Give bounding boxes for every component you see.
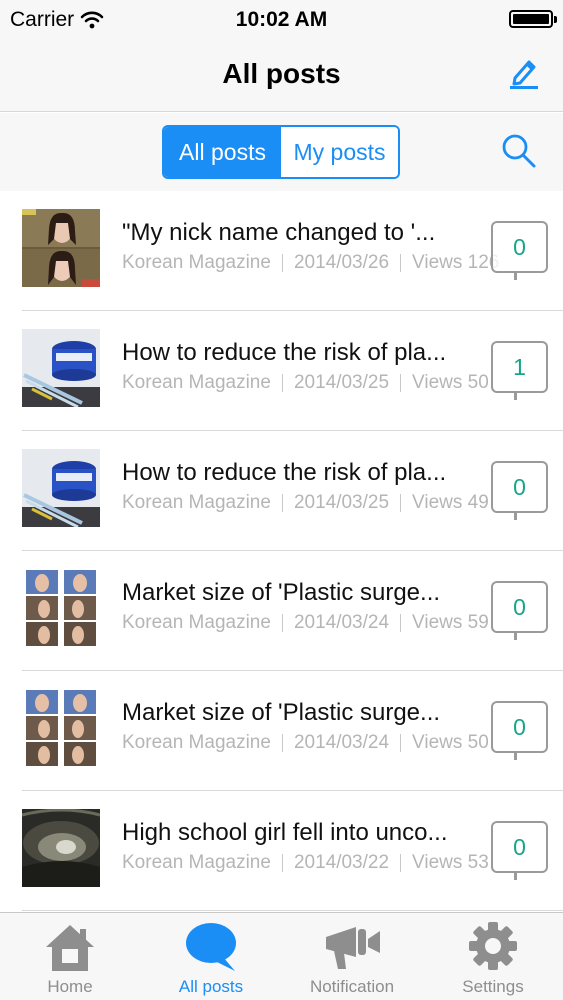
battery-icon (509, 10, 557, 28)
post-views: Views 50 (412, 372, 489, 393)
post-meta: Korean Magazine 2014/03/26 Views 126 (122, 252, 499, 274)
chat-bubble-icon (186, 923, 236, 971)
post-title: High school girl fell into unco... (122, 819, 448, 846)
post-title: "My nick name changed to '... (122, 219, 436, 246)
post-source: Korean Magazine (122, 492, 271, 513)
meta-divider (281, 494, 283, 512)
gear-icon (469, 922, 517, 970)
post-views: Views 49 (412, 492, 489, 513)
tab-label: Settings (462, 977, 524, 996)
post-views: Views 50 (412, 732, 489, 753)
post-list: "My nick name changed to '... Korean Mag… (0, 191, 563, 911)
search-button[interactable] (501, 133, 537, 169)
meta-divider (400, 734, 402, 752)
tab-home[interactable]: Home (0, 913, 140, 1000)
post-title: Market size of 'Plastic surge... (122, 579, 441, 606)
compose-button[interactable] (507, 54, 541, 90)
post-thumbnail (22, 809, 100, 887)
meta-divider (281, 374, 283, 392)
megaphone-icon (326, 927, 380, 969)
post-source: Korean Magazine (122, 372, 271, 393)
posts-segmented-control: All posts My posts (162, 125, 400, 179)
tab-settings[interactable]: Settings (423, 913, 563, 1000)
tab-bar: Home All posts Notification Settings (0, 912, 563, 1000)
filter-bar: All posts My posts (0, 113, 563, 191)
status-bar: Carrier 10:02 AM (0, 0, 563, 40)
post-meta: Korean Magazine 2014/03/22 Views 53 (122, 852, 489, 874)
comment-count-badge: 0 (491, 701, 548, 760)
search-icon (502, 134, 536, 168)
meta-divider (281, 734, 283, 752)
post-source: Korean Magazine (122, 732, 271, 753)
post-row[interactable]: High school girl fell into unco... Korea… (0, 791, 563, 911)
post-thumbnail (22, 569, 100, 647)
post-date: 2014/03/24 (293, 612, 390, 633)
post-date: 2014/03/25 (293, 372, 390, 393)
post-views: Views 53 (412, 852, 489, 873)
post-source: Korean Magazine (122, 612, 271, 633)
post-title: Market size of 'Plastic surge... (122, 699, 441, 726)
comment-count-badge: 0 (491, 221, 548, 280)
nav-bar: All posts (0, 40, 563, 112)
post-views: Views 59 (412, 612, 489, 633)
post-row[interactable]: Market size of 'Plastic surge... Korean … (0, 671, 563, 791)
comment-count-badge: 0 (491, 461, 548, 520)
tab-label: Notification (309, 977, 395, 996)
meta-divider (400, 494, 402, 512)
post-date: 2014/03/22 (293, 852, 390, 873)
tab-all-posts[interactable]: All posts (141, 913, 281, 1000)
pencil-icon (510, 60, 538, 89)
tab-notification[interactable]: Notification (282, 913, 422, 1000)
meta-divider (400, 254, 402, 272)
status-time: 10:02 AM (235, 8, 328, 31)
comment-count-badge: 1 (491, 341, 548, 400)
meta-divider (281, 614, 283, 632)
meta-divider (400, 374, 402, 392)
meta-divider (281, 854, 283, 872)
post-source: Korean Magazine (122, 852, 271, 873)
comment-count-badge: 0 (491, 581, 548, 640)
post-row[interactable]: "My nick name changed to '... Korean Mag… (0, 191, 563, 311)
post-thumbnail (22, 329, 100, 407)
post-date: 2014/03/24 (293, 732, 390, 753)
post-thumbnail (22, 209, 100, 287)
post-row[interactable]: Market size of 'Plastic surge... Korean … (0, 551, 563, 671)
meta-divider (400, 614, 402, 632)
post-row[interactable]: How to reduce the risk of pla... Korean … (0, 311, 563, 431)
post-title: How to reduce the risk of pla... (122, 459, 447, 486)
post-meta: Korean Magazine 2014/03/24 Views 59 (122, 612, 489, 634)
post-row[interactable]: How to reduce the risk of pla... Korean … (0, 431, 563, 551)
post-date: 2014/03/25 (293, 492, 390, 513)
post-meta: Korean Magazine 2014/03/25 Views 49 (122, 492, 489, 514)
tab-label: All posts (178, 977, 244, 996)
post-date: 2014/03/26 (293, 252, 390, 273)
segment-all-posts[interactable]: All posts (164, 127, 281, 177)
post-thumbnail (22, 449, 100, 527)
meta-divider (281, 254, 283, 272)
meta-divider (400, 854, 402, 872)
post-title: How to reduce the risk of pla... (122, 339, 447, 366)
comment-count-badge: 0 (491, 821, 548, 880)
home-icon (46, 925, 94, 971)
segment-my-posts[interactable]: My posts (281, 127, 398, 177)
post-views: Views 126 (412, 252, 500, 273)
page-title: All posts (222, 58, 341, 89)
post-meta: Korean Magazine 2014/03/25 Views 50 (122, 372, 489, 394)
post-source: Korean Magazine (122, 252, 271, 273)
post-meta: Korean Magazine 2014/03/24 Views 50 (122, 732, 489, 754)
tab-label: Home (47, 977, 93, 996)
post-thumbnail (22, 689, 100, 767)
